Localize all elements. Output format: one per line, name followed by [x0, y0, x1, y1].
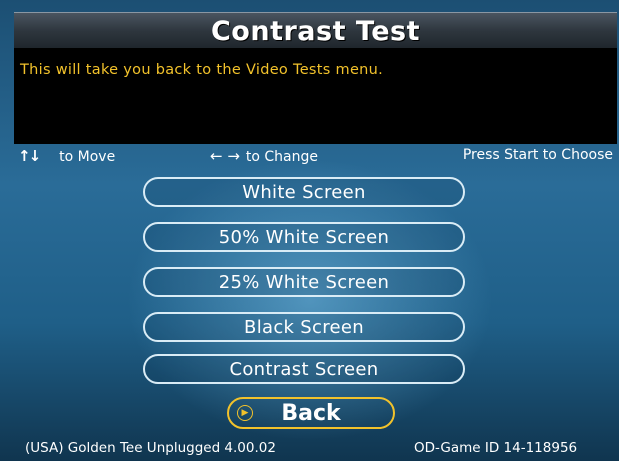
controls-hint-row: ↑↓ to Move ← → to Change Press Start to Ch… — [14, 146, 617, 168]
change-hint: ← → to Change — [210, 147, 318, 165]
help-message: This will take you back to the Video Tes… — [20, 62, 384, 78]
start-hint: Press Start to Choose — [462, 147, 613, 163]
game-id-text: OD-Game ID 14-118956 — [414, 440, 578, 456]
version-text: (USA) Golden Tee Unplugged 4.00.02 — [25, 440, 276, 456]
move-hint: ↑↓ to Move — [18, 147, 115, 165]
twenty-five-percent-white-screen-button[interactable]: 25% White Screen — [143, 267, 465, 297]
up-down-arrows-icon: ↑↓ — [18, 147, 41, 165]
message-panel: This will take you back to the Video Tes… — [14, 48, 617, 144]
title-bar: Contrast Test — [14, 12, 617, 49]
left-right-arrows-icon: ← → — [210, 147, 240, 165]
page-title: Contrast Test — [210, 15, 421, 47]
change-hint-text: to Change — [245, 149, 319, 165]
move-hint-text: to Move — [59, 149, 116, 165]
white-screen-button[interactable]: White Screen — [143, 177, 465, 207]
contrast-screen-button[interactable]: Contrast Screen — [143, 354, 465, 384]
back-button[interactable]: ▶ Back — [227, 397, 395, 429]
selection-arrow-icon: ▶ — [237, 405, 253, 421]
fifty-percent-white-screen-button[interactable]: 50% White Screen — [143, 222, 465, 252]
black-screen-button[interactable]: Black Screen — [143, 312, 465, 342]
back-button-label: Back — [281, 400, 341, 426]
